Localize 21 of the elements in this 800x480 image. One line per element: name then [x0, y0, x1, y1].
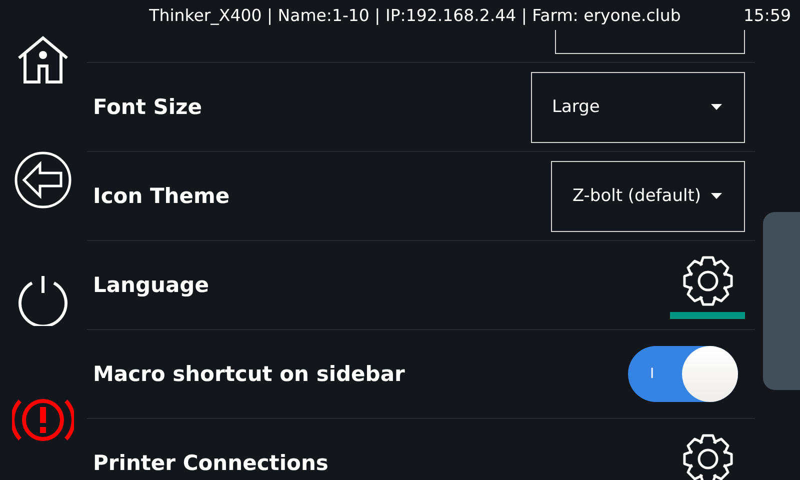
- caret-icon: [711, 104, 722, 110]
- dropdown[interactable]: Large: [531, 72, 745, 142]
- setting-label: Icon Theme: [93, 184, 231, 208]
- setting-label: Macro shortcut on sidebar: [93, 362, 406, 386]
- emergency-stop-icon[interactable]: [12, 397, 74, 443]
- home-icon[interactable]: [17, 36, 69, 84]
- clock: 15:59: [742, 6, 792, 24]
- back-icon[interactable]: [14, 151, 72, 209]
- dropdown[interactable]: Z-bolt (default): [551, 160, 745, 232]
- settings-icon: [682, 255, 734, 307]
- dropdown[interactable]: [555, 30, 745, 54]
- toggle-switch[interactable]: I: [628, 346, 738, 402]
- settings-button[interactable]: [670, 255, 745, 319]
- power-icon[interactable]: [17, 274, 69, 326]
- scroll-bar-thumb[interactable]: [763, 212, 800, 390]
- status-info: Thinker_X400 | Name:1-10 | IP:192.168.2.44 | Farm: eryone.club: [148, 6, 682, 24]
- setting-label: Font Size: [93, 95, 204, 119]
- caret-icon: [711, 193, 722, 199]
- setting-label: Language: [93, 273, 210, 297]
- setting-label: Printer Connections: [93, 451, 330, 475]
- settings-icon: [682, 433, 734, 480]
